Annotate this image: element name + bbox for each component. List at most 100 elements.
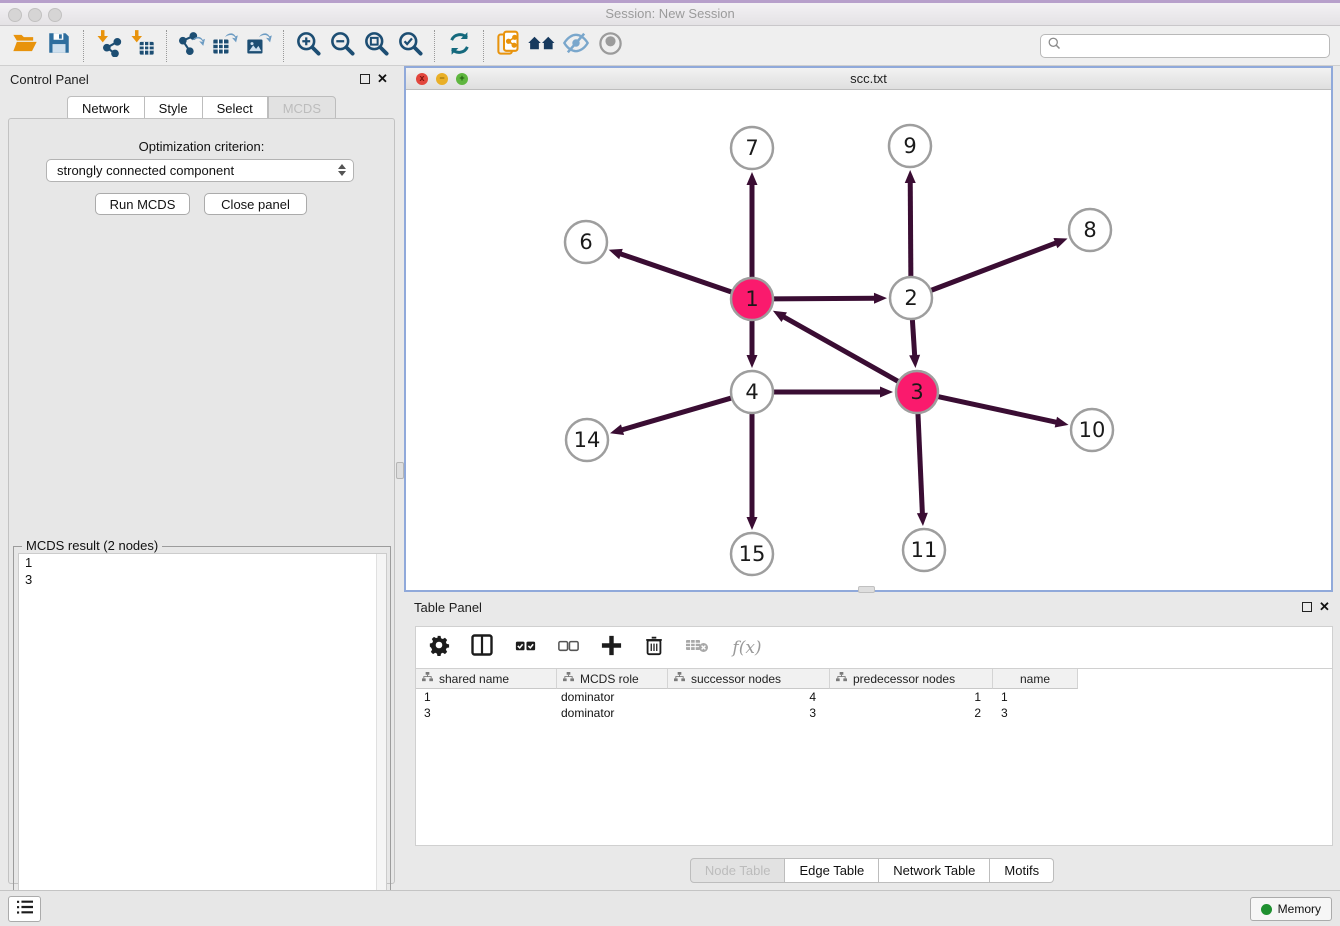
column-type-icon (563, 672, 574, 686)
close-panel-icon[interactable]: ✕ (377, 71, 388, 87)
graph-node-label: 10 (1079, 418, 1106, 442)
app-window: Session: New Session (0, 0, 1340, 926)
table-row[interactable]: 3 dominator 3 2 3 (416, 705, 1332, 721)
zoom-fit-button[interactable] (359, 29, 393, 63)
columns-icon (470, 633, 494, 662)
result-line: 3 (19, 571, 386, 588)
save-floppy-icon (46, 30, 72, 61)
optimization-criterion-select[interactable]: strongly connected component (46, 159, 354, 182)
show-column-panel-button[interactable] (469, 635, 495, 661)
node-table[interactable]: shared name MCDS role successor nodes pr… (415, 668, 1333, 846)
column-label: predecessor nodes (853, 672, 955, 686)
result-scrollbar[interactable] (376, 554, 386, 919)
cell-shared-name: 3 (416, 705, 557, 721)
open-session-button[interactable] (8, 29, 42, 63)
import-network-button[interactable] (91, 29, 125, 63)
unselect-all-columns-button[interactable] (555, 635, 581, 661)
tab-motifs[interactable]: Motifs (990, 858, 1054, 883)
column-header-shared-name[interactable]: shared name (416, 669, 557, 689)
search-input[interactable] (1062, 39, 1312, 53)
select-all-columns-button[interactable] (512, 635, 538, 661)
save-session-button[interactable] (42, 29, 76, 63)
toolbar-separator (434, 30, 435, 62)
close-panel-button[interactable]: Close panel (204, 193, 307, 215)
close-table-panel-icon[interactable]: ✕ (1319, 599, 1330, 615)
delete-table-button[interactable] (684, 635, 710, 661)
zoom-selected-button[interactable] (393, 29, 427, 63)
delete-column-button[interactable] (641, 635, 667, 661)
control-panel: Control Panel ✕ Network Style Select MCD… (0, 66, 403, 890)
network-graph[interactable]: 1234678910111415 (406, 90, 1331, 590)
task-history-button[interactable] (8, 896, 41, 922)
hide-selected-button[interactable] (559, 29, 593, 63)
trash-icon (643, 634, 665, 661)
cell-predecessor-nodes: 1 (830, 689, 993, 705)
vertical-splitter-handle[interactable] (396, 462, 404, 479)
import-table-icon (128, 29, 156, 62)
duplicate-network-button[interactable] (491, 29, 525, 63)
delete-table-icon (684, 632, 710, 663)
toolbar-separator (283, 30, 284, 62)
float-panel-icon[interactable] (360, 74, 370, 84)
first-neighbors-button[interactable] (525, 29, 559, 63)
optimization-criterion-value: strongly connected component (57, 163, 234, 178)
table-settings-button[interactable] (426, 635, 452, 661)
column-label: MCDS role (580, 672, 639, 686)
apply-layout-button[interactable] (442, 29, 476, 63)
zoom-out-icon (329, 30, 356, 62)
mcds-result-textarea[interactable]: 1 3 (18, 553, 387, 920)
memory-button[interactable]: Memory (1250, 897, 1332, 921)
column-header-mcds-role[interactable]: MCDS role (557, 669, 668, 689)
network-view-window: x − + scc.txt 1234678910111415 (404, 66, 1333, 592)
network-canvas[interactable]: 1234678910111415 (406, 90, 1331, 590)
show-all-button[interactable] (593, 29, 627, 63)
function-builder-button[interactable]: f(x) (727, 635, 767, 661)
search-field[interactable] (1040, 34, 1330, 58)
graph-node-label: 8 (1083, 218, 1096, 242)
run-mcds-button[interactable]: Run MCDS (95, 193, 190, 215)
graph-node-label: 4 (745, 380, 758, 404)
tab-edge-table[interactable]: Edge Table (785, 858, 879, 883)
column-header-name[interactable]: name (993, 669, 1078, 689)
zoom-in-button[interactable] (291, 29, 325, 63)
zoom-selected-icon (397, 30, 424, 62)
table-row[interactable]: 1 dominator 4 1 1 (416, 689, 1332, 705)
fx-icon: f(x) (732, 638, 761, 658)
optimization-criterion-label: Optimization criterion: (9, 139, 394, 154)
column-header-successor-nodes[interactable]: successor nodes (668, 669, 830, 689)
graph-node-label: 14 (574, 428, 601, 452)
float-table-panel-icon[interactable] (1302, 602, 1312, 612)
graph-node-label: 2 (904, 286, 917, 310)
toolbar-separator (83, 30, 84, 62)
import-network-icon (94, 29, 122, 62)
network-window-titlebar: x − + scc.txt (406, 68, 1331, 90)
cell-successor-nodes: 3 (668, 705, 830, 721)
mcds-panel-body: Optimization criterion: strongly connect… (8, 118, 395, 884)
column-label: shared name (439, 672, 509, 686)
control-panel-title: Control Panel (10, 72, 89, 87)
open-folder-icon (11, 29, 39, 62)
mcds-result-group: MCDS result (2 nodes) 1 3 (13, 546, 391, 924)
graph-node-label: 7 (745, 136, 758, 160)
export-image-button[interactable] (242, 29, 276, 63)
export-table-button[interactable] (208, 29, 242, 63)
graph-node-label: 3 (910, 380, 923, 404)
eye-icon (597, 30, 624, 62)
zoom-out-button[interactable] (325, 29, 359, 63)
horizontal-splitter-handle[interactable] (858, 586, 875, 593)
tab-network-table[interactable]: Network Table (879, 858, 990, 883)
import-table-button[interactable] (125, 29, 159, 63)
tab-node-table[interactable]: Node Table (690, 858, 786, 883)
list-icon (16, 899, 34, 920)
node-table-header: shared name MCDS role successor nodes pr… (416, 669, 1332, 689)
table-panel-header: Table Panel ✕ (404, 594, 1340, 620)
column-header-predecessor-nodes[interactable]: predecessor nodes (830, 669, 993, 689)
toolbar-separator (166, 30, 167, 62)
mcds-result-title: MCDS result (2 nodes) (22, 538, 162, 553)
result-line: 1 (19, 554, 386, 571)
graph-node-label: 15 (739, 542, 766, 566)
create-column-button[interactable] (598, 635, 624, 661)
export-network-button[interactable] (174, 29, 208, 63)
table-tabs: Node Table Edge Table Network Table Moti… (404, 858, 1340, 883)
table-toolbar: f(x) (415, 626, 1333, 668)
